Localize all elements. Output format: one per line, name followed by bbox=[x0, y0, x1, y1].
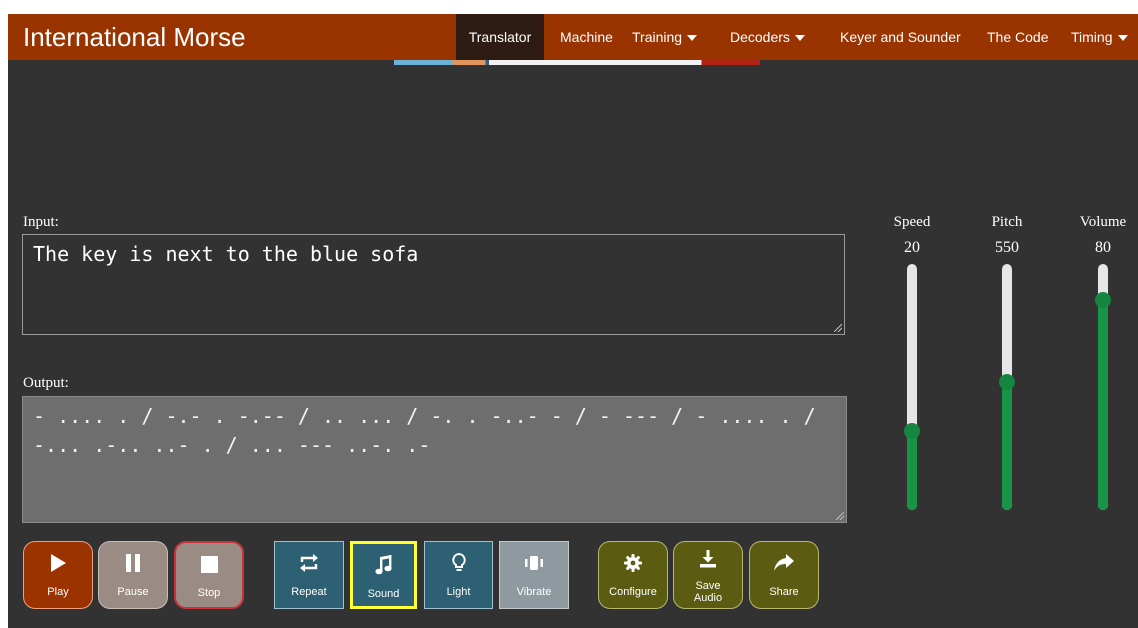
nav-translator[interactable]: Translator bbox=[456, 14, 544, 60]
save-audio-label-line1: Save bbox=[695, 580, 721, 592]
output-label: Output: bbox=[23, 375, 69, 391]
save-audio-label-line2: Audio bbox=[693, 592, 723, 604]
banner-image-edge bbox=[394, 60, 760, 65]
speed-value: 20 bbox=[904, 239, 920, 256]
nav-the-code[interactable]: The Code bbox=[987, 14, 1048, 60]
pause-label: Pause bbox=[117, 586, 149, 598]
configure-label: Configure bbox=[609, 586, 657, 598]
vibrate-label: Vibrate bbox=[516, 586, 552, 598]
share-label: Share bbox=[769, 586, 799, 598]
save-audio-button[interactable]: Save Audio bbox=[673, 541, 743, 609]
nav-decoders[interactable]: Decoders bbox=[730, 14, 805, 60]
speed-slider-thumb[interactable] bbox=[904, 422, 920, 439]
stop-button[interactable]: Stop bbox=[174, 541, 244, 609]
app-title[interactable]: International Morse bbox=[23, 22, 246, 53]
volume-label: Volume bbox=[1079, 214, 1127, 230]
input-text: The key is next to the blue sofa bbox=[33, 242, 419, 266]
input-label: Input: bbox=[23, 214, 59, 230]
share-button[interactable]: Share bbox=[749, 541, 819, 609]
repeat-icon bbox=[275, 552, 343, 574]
sound-label: Sound bbox=[367, 588, 400, 600]
resize-grip-icon[interactable] bbox=[834, 324, 842, 332]
output-textarea[interactable]: - .... . / -.- . -.-- / .. ... / -. . -.… bbox=[22, 396, 847, 523]
pause-icon bbox=[99, 552, 167, 574]
nav-machine[interactable]: Machine bbox=[560, 14, 613, 60]
input-textarea[interactable]: The key is next to the blue sofa bbox=[22, 234, 845, 335]
vibrate-icon bbox=[500, 552, 568, 574]
output-text: - .... . / -.- . -.-- / .. ... / -. . -.… bbox=[33, 404, 816, 457]
music-note-icon bbox=[353, 554, 414, 576]
play-button[interactable]: Play bbox=[23, 541, 93, 609]
save-audio-label: Save Audio bbox=[674, 580, 742, 604]
navbar: International Morse Translator Machine T… bbox=[8, 14, 1138, 60]
pitch-slider[interactable] bbox=[999, 264, 1015, 510]
pause-button[interactable]: Pause bbox=[98, 541, 168, 609]
nav-keyer-and-sounder[interactable]: Keyer and Sounder bbox=[840, 14, 961, 60]
nav-timing[interactable]: Timing bbox=[1071, 14, 1128, 60]
light-button[interactable]: Light bbox=[424, 541, 493, 609]
play-icon bbox=[24, 552, 92, 574]
volume-slider[interactable] bbox=[1095, 264, 1111, 510]
caret-down-icon bbox=[687, 35, 698, 42]
caret-down-icon bbox=[794, 35, 805, 42]
sound-button[interactable]: Sound bbox=[350, 541, 417, 609]
configure-button[interactable]: Configure bbox=[598, 541, 668, 609]
download-icon bbox=[674, 548, 742, 570]
stop-icon bbox=[176, 553, 242, 575]
vibrate-button[interactable]: Vibrate bbox=[499, 541, 569, 609]
resize-grip-icon[interactable] bbox=[836, 512, 844, 520]
speed-slider[interactable] bbox=[904, 264, 920, 510]
gear-icon bbox=[599, 552, 667, 574]
repeat-label: Repeat bbox=[291, 586, 327, 598]
pitch-value: 550 bbox=[995, 239, 1019, 256]
app-window: International Morse Translator Machine T… bbox=[8, 14, 1138, 628]
volume-value: 80 bbox=[1095, 239, 1111, 256]
nav-training[interactable]: Training bbox=[632, 14, 698, 60]
play-label: Play bbox=[47, 586, 69, 598]
volume-slider-thumb[interactable] bbox=[1095, 291, 1111, 308]
light-label: Light bbox=[446, 586, 471, 598]
lightbulb-icon bbox=[425, 552, 492, 574]
share-arrow-icon bbox=[750, 552, 818, 574]
pitch-slider-thumb[interactable] bbox=[999, 374, 1015, 391]
stop-label: Stop bbox=[197, 587, 221, 599]
volume-slider-fill bbox=[1098, 294, 1108, 510]
speed-label: Speed bbox=[893, 214, 931, 230]
pitch-slider-fill bbox=[1002, 377, 1012, 510]
caret-down-icon bbox=[1117, 35, 1128, 42]
pitch-label: Pitch bbox=[991, 214, 1023, 230]
repeat-button[interactable]: Repeat bbox=[274, 541, 344, 609]
